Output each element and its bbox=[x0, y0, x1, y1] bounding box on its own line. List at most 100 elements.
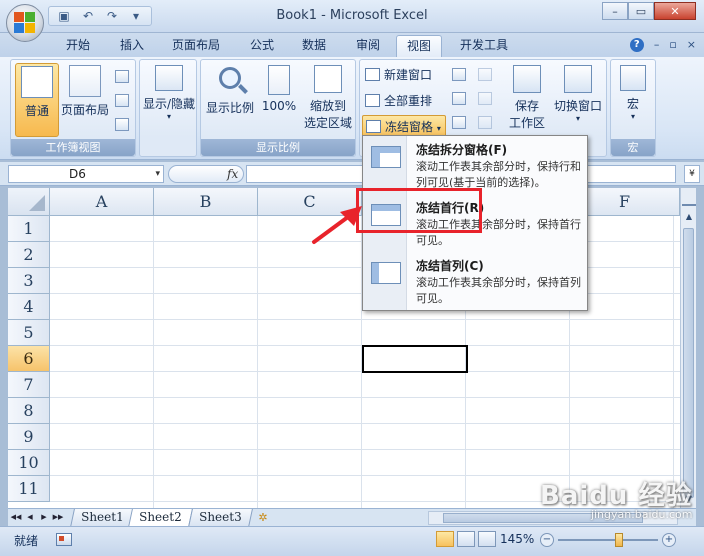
window-controls: – ▭ ✕ bbox=[602, 2, 696, 20]
tab-view[interactable]: 视图 bbox=[396, 35, 443, 57]
title-bar: ▣ ↶ ↷ ▾ Book1 - Microsoft Excel – ▭ ✕ bbox=[0, 0, 704, 33]
split-box[interactable] bbox=[682, 190, 696, 206]
row-header-5[interactable]: 5 bbox=[8, 320, 50, 346]
tab-page-layout[interactable]: 页面布局 bbox=[162, 35, 230, 57]
office-button[interactable] bbox=[6, 4, 44, 42]
minimize-button[interactable]: – bbox=[602, 2, 628, 20]
tab-review[interactable]: 审阅 bbox=[346, 35, 390, 57]
split-icon[interactable] bbox=[452, 68, 466, 81]
show-hide-button[interactable]: 显示/隐藏 ▾ bbox=[142, 63, 196, 137]
ribbon-minimize-button[interactable]: – bbox=[654, 38, 660, 52]
restore-button[interactable]: ▭ bbox=[628, 2, 654, 20]
sheet-tab-1[interactable]: Sheet1 bbox=[70, 509, 135, 527]
insert-function-icon[interactable]: fx bbox=[227, 167, 238, 181]
row-header-3[interactable]: 3 bbox=[8, 268, 50, 294]
vertical-scroll-thumb[interactable] bbox=[683, 228, 694, 498]
tab-formulas[interactable]: 公式 bbox=[240, 35, 284, 57]
menu-item-freeze-panes[interactable]: 冻结拆分窗格(F) 滚动工作表其余部分时，保持行和列可见(基于当前的选择)。 bbox=[363, 136, 587, 194]
tab-developer[interactable]: 开发工具 bbox=[450, 35, 518, 57]
highlight-annotation bbox=[356, 188, 482, 233]
name-box-dropdown-icon[interactable]: ▾ bbox=[155, 166, 160, 182]
last-sheet-icon[interactable]: ▶▶ bbox=[52, 511, 64, 524]
page-layout-shortcut-icon[interactable] bbox=[457, 531, 475, 547]
row-header-8[interactable]: 8 bbox=[8, 398, 50, 424]
zoom-in-icon[interactable]: + bbox=[662, 533, 676, 547]
normal-view-shortcut-icon[interactable] bbox=[436, 531, 454, 547]
active-cell-d6[interactable] bbox=[362, 345, 468, 373]
prev-sheet-icon[interactable]: ◀ bbox=[24, 511, 36, 524]
row-header-2[interactable]: 2 bbox=[8, 242, 50, 268]
page-layout-icon bbox=[69, 65, 101, 97]
zoom-button[interactable]: 显示比例 bbox=[203, 63, 257, 137]
new-window-button[interactable]: 新建窗口 bbox=[362, 64, 432, 86]
normal-view-button[interactable]: 普通 bbox=[15, 63, 59, 137]
insert-sheet-icon[interactable]: ✲ bbox=[252, 509, 274, 527]
vertical-scrollbar[interactable]: ▲ ▼ bbox=[680, 188, 696, 508]
sheet-tab-3[interactable]: Sheet3 bbox=[188, 509, 253, 527]
view-shortcuts bbox=[436, 531, 496, 547]
zoom-100-button[interactable]: 100% bbox=[259, 63, 299, 137]
zoom-to-selection-icon bbox=[314, 65, 342, 93]
row-header-4[interactable]: 4 bbox=[8, 294, 50, 320]
custom-views-icon[interactable] bbox=[115, 94, 129, 107]
save-workspace-button[interactable]: 保存 工作区 bbox=[504, 63, 550, 137]
ribbon: 普通 页面布局 工作簿视图 显示/隐藏 ▾ 显示比例 100% 缩放到 选定区域… bbox=[0, 57, 704, 160]
first-sheet-icon[interactable]: ◀◀ bbox=[10, 511, 22, 524]
formula-tools: fx bbox=[168, 165, 244, 183]
menu-item-freeze-first-column[interactable]: 冻结首列(C) 滚动工作表其余部分时，保持首列可见。 bbox=[363, 252, 587, 310]
tab-home[interactable]: 开始 bbox=[56, 35, 100, 57]
page-break-shortcut-icon[interactable] bbox=[478, 531, 496, 547]
zoom-out-icon[interactable]: − bbox=[540, 533, 554, 547]
macros-button[interactable]: 宏 ▾ bbox=[612, 63, 654, 137]
watermark-brand: Baidu 经验 bbox=[540, 481, 693, 511]
ribbon-close-button[interactable]: × bbox=[687, 38, 696, 52]
row-header-1[interactable]: 1 bbox=[8, 216, 50, 242]
arrow-annotation-icon bbox=[312, 206, 362, 244]
name-box[interactable]: D6 ▾ bbox=[8, 165, 164, 183]
freeze-panes-button[interactable]: 冻结窗格 ▾ bbox=[362, 115, 446, 137]
scroll-up-icon[interactable]: ▲ bbox=[682, 210, 696, 224]
tab-insert[interactable]: 插入 bbox=[110, 35, 154, 57]
select-all-button[interactable] bbox=[8, 188, 50, 216]
unhide-window-icon[interactable] bbox=[452, 116, 466, 129]
window-title: Book1 - Microsoft Excel bbox=[276, 8, 428, 23]
show-hide-icon bbox=[155, 65, 183, 91]
sheet-tab-2[interactable]: Sheet2 bbox=[128, 509, 193, 527]
zoom-level[interactable]: 145% bbox=[500, 532, 534, 546]
hide-window-icon[interactable] bbox=[452, 92, 466, 105]
page-layout-view-button[interactable]: 页面布局 bbox=[59, 63, 111, 137]
ribbon-restore-button[interactable]: ▫ bbox=[669, 38, 676, 52]
view-side-by-side-icon[interactable] bbox=[478, 68, 492, 81]
zoom-100-icon bbox=[268, 65, 290, 95]
tab-data[interactable]: 数据 bbox=[292, 35, 336, 57]
row-header-6[interactable]: 6 bbox=[8, 346, 50, 372]
freeze-first-column-icon bbox=[371, 262, 401, 284]
switch-windows-button[interactable]: 切换窗口 ▾ bbox=[550, 63, 606, 137]
column-header-a[interactable]: A bbox=[50, 188, 154, 216]
office-logo-icon bbox=[14, 12, 36, 34]
row-header-9[interactable]: 9 bbox=[8, 424, 50, 450]
row-header-10[interactable]: 10 bbox=[8, 450, 50, 476]
arrange-all-icon bbox=[365, 94, 380, 107]
help-icon[interactable]: ? bbox=[629, 38, 644, 52]
column-header-b[interactable]: B bbox=[154, 188, 258, 216]
zoom-slider-track[interactable] bbox=[558, 539, 658, 541]
ribbon-controls: ? – ▫ × bbox=[629, 38, 696, 52]
arrange-all-button[interactable]: 全部重排 bbox=[362, 90, 432, 112]
expand-formula-bar-button[interactable]: ¥ bbox=[684, 165, 700, 183]
close-button[interactable]: ✕ bbox=[654, 2, 696, 20]
switch-windows-icon bbox=[564, 65, 592, 93]
group-workbook-views: 普通 页面布局 工作簿视图 bbox=[10, 59, 136, 157]
next-sheet-icon[interactable]: ▶ bbox=[38, 511, 50, 524]
group-zoom: 显示比例 100% 缩放到 选定区域 显示比例 bbox=[200, 59, 356, 157]
reset-window-position-icon[interactable] bbox=[478, 116, 492, 129]
zoom-slider-thumb[interactable] bbox=[615, 533, 624, 547]
full-screen-icon[interactable] bbox=[115, 118, 129, 131]
page-break-preview-icon[interactable] bbox=[115, 70, 129, 83]
row-header-7[interactable]: 7 bbox=[8, 372, 50, 398]
record-macro-icon[interactable] bbox=[56, 533, 72, 546]
row-header-11[interactable]: 11 bbox=[8, 476, 50, 502]
zoom-to-selection-button[interactable]: 缩放到 选定区域 bbox=[301, 63, 355, 137]
synchronous-scrolling-icon[interactable] bbox=[478, 92, 492, 105]
formula-bar: D6 ▾ fx ¥ bbox=[0, 162, 704, 186]
